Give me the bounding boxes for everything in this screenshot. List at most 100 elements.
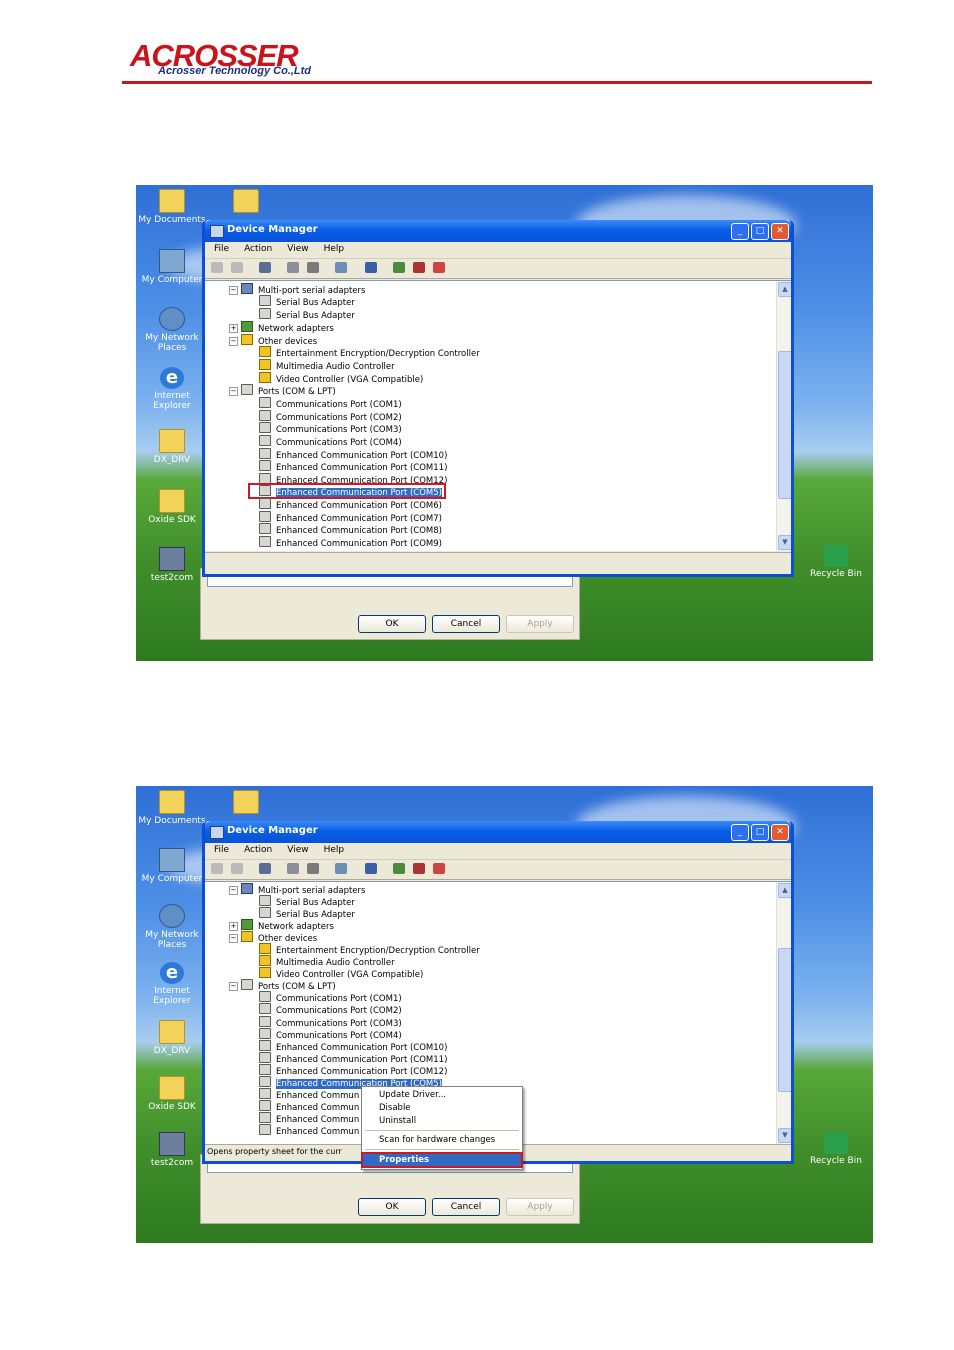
collapse-icon[interactable]: − — [229, 337, 238, 346]
menu-view[interactable]: View — [278, 242, 314, 254]
collapse-icon[interactable]: − — [229, 886, 238, 895]
desktop-icon-my-network-places[interactable]: My Network Places — [136, 307, 208, 353]
tree-item-com3[interactable]: Communications Port (COM3) — [259, 1016, 402, 1029]
collapse-icon[interactable]: − — [229, 387, 238, 396]
menu-item-uninstall[interactable]: Uninstall — [363, 1115, 521, 1127]
disable-icon[interactable] — [433, 262, 445, 273]
tree-item-com3[interactable]: Communications Port (COM3) — [259, 422, 402, 435]
forward-icon[interactable] — [231, 863, 243, 874]
collapse-icon[interactable]: − — [229, 934, 238, 943]
tree-item-video-controller[interactable]: Video Controller (VGA Compatible) — [259, 372, 423, 385]
help-icon[interactable] — [335, 262, 347, 273]
tree-item-serial-bus-2[interactable]: Serial Bus Adapter — [259, 907, 355, 920]
collapse-icon[interactable]: − — [229, 982, 238, 991]
desktop-icon-my-network-places[interactable]: My Network Places — [136, 904, 208, 950]
tree-item-serial-bus-1[interactable]: Serial Bus Adapter — [259, 895, 355, 908]
menu-help[interactable]: Help — [315, 242, 351, 254]
show-hide-tree-icon[interactable] — [259, 262, 271, 273]
print-icon[interactable] — [307, 262, 319, 273]
tree-item-com2[interactable]: Communications Port (COM2) — [259, 410, 402, 423]
scan-hardware-icon[interactable] — [365, 262, 377, 273]
tree-item-com11[interactable]: Enhanced Communication Port (COM11) — [259, 460, 447, 473]
scroll-down-icon[interactable]: ▼ — [778, 1128, 791, 1143]
tree-item-network-adapters[interactable]: Network adapters — [241, 321, 334, 334]
tree-item-com6[interactable]: Enhanced Commun — [259, 1088, 359, 1101]
tree-item-ports[interactable]: Ports (COM & LPT) — [241, 384, 336, 397]
tree-item-serial-bus-2[interactable]: Serial Bus Adapter — [259, 308, 355, 321]
cancel-button[interactable]: Cancel — [432, 615, 500, 633]
collapse-icon[interactable]: − — [229, 286, 238, 295]
tree-item-com7[interactable]: Enhanced Commun — [259, 1100, 359, 1113]
tree-item-com9[interactable]: Enhanced Commun — [259, 1124, 359, 1137]
desktop-icon-test2com[interactable]: test2com — [136, 1132, 208, 1168]
minimize-button[interactable]: _ — [731, 824, 749, 841]
menu-item-scan-hardware[interactable]: Scan for hardware changes — [363, 1134, 521, 1146]
tree-item-other-devices[interactable]: Other devices — [241, 334, 317, 347]
tree-item-other-devices[interactable]: Other devices — [241, 931, 317, 944]
tree-item-com8[interactable]: Enhanced Communication Port (COM8) — [259, 523, 442, 536]
scroll-thumb[interactable] — [778, 351, 791, 499]
tree-item-com2[interactable]: Communications Port (COM2) — [259, 1003, 402, 1016]
apply-button[interactable]: Apply — [506, 1198, 574, 1216]
desktop-icon-internet-explorer[interactable]: e Internet Explorer — [136, 962, 208, 1006]
desktop-icon-my-documents[interactable]: My Documents — [136, 189, 208, 225]
desktop-icon-test2com[interactable]: test2com — [136, 547, 208, 583]
scroll-up-icon[interactable]: ▲ — [778, 883, 791, 898]
tree-item-video-controller[interactable]: Video Controller (VGA Compatible) — [259, 967, 423, 980]
desktop-icon-folder[interactable] — [210, 189, 282, 215]
ok-button[interactable]: OK — [358, 615, 426, 633]
desktop-icon-internet-explorer[interactable]: e Internet Explorer — [136, 367, 208, 411]
update-driver-icon[interactable] — [393, 262, 405, 273]
expand-icon[interactable]: + — [229, 324, 238, 333]
tree-item-com4[interactable]: Communications Port (COM4) — [259, 1028, 402, 1041]
tree-item-audio-controller[interactable]: Multimedia Audio Controller — [259, 955, 395, 968]
tree-item-com9[interactable]: Enhanced Communication Port (COM9) — [259, 536, 442, 549]
tree-item-com11[interactable]: Enhanced Communication Port (COM11) — [259, 1052, 447, 1065]
menu-action[interactable]: Action — [235, 242, 278, 254]
tree-item-ports[interactable]: Ports (COM & LPT) — [241, 979, 336, 992]
scroll-up-icon[interactable]: ▲ — [778, 282, 791, 297]
disable-icon[interactable] — [433, 863, 445, 874]
vertical-scrollbar[interactable]: ▲ ▼ — [776, 882, 791, 1144]
tree-item-multi-port[interactable]: Multi-port serial adapters — [241, 283, 365, 296]
maximize-button[interactable]: □ — [751, 824, 769, 841]
expand-icon[interactable]: + — [229, 922, 238, 931]
uninstall-icon[interactable] — [413, 863, 425, 874]
menu-file[interactable]: File — [205, 843, 235, 855]
menu-item-update-driver[interactable]: Update Driver... — [363, 1089, 521, 1101]
print-icon[interactable] — [307, 863, 319, 874]
tree-item-com10[interactable]: Enhanced Communication Port (COM10) — [259, 448, 447, 461]
close-button[interactable]: ✕ — [771, 223, 789, 240]
tree-item-com4[interactable]: Communications Port (COM4) — [259, 435, 402, 448]
back-icon[interactable] — [211, 863, 223, 874]
tree-item-encryption-controller[interactable]: Entertainment Encryption/Decryption Cont… — [259, 943, 480, 956]
scan-hardware-icon[interactable] — [365, 863, 377, 874]
maximize-button[interactable]: □ — [751, 223, 769, 240]
title-bar[interactable]: Device Manager _ □ ✕ — [205, 821, 791, 843]
help-icon[interactable] — [335, 863, 347, 874]
tree-item-com1[interactable]: Communications Port (COM1) — [259, 397, 402, 410]
tree-item-com6[interactable]: Enhanced Communication Port (COM6) — [259, 498, 442, 511]
tree-item-com7[interactable]: Enhanced Communication Port (COM7) — [259, 511, 442, 524]
menu-help[interactable]: Help — [315, 843, 351, 855]
update-driver-icon[interactable] — [393, 863, 405, 874]
minimize-button[interactable]: _ — [731, 223, 749, 240]
tree-item-com10[interactable]: Enhanced Communication Port (COM10) — [259, 1040, 447, 1053]
title-bar[interactable]: Device Manager _ □ ✕ — [205, 220, 791, 242]
desktop-icon-recycle-bin[interactable]: Recycle Bin — [800, 545, 872, 579]
menu-item-disable[interactable]: Disable — [363, 1102, 521, 1114]
menu-file[interactable]: File — [205, 242, 235, 254]
ok-button[interactable]: OK — [358, 1198, 426, 1216]
desktop-icon-folder[interactable] — [210, 790, 282, 816]
tree-item-audio-controller[interactable]: Multimedia Audio Controller — [259, 359, 395, 372]
desktop-icon-my-computer[interactable]: My Computer — [136, 249, 208, 285]
vertical-scrollbar[interactable]: ▲ ▼ — [776, 281, 791, 551]
menu-action[interactable]: Action — [235, 843, 278, 855]
desktop-icon-oxide-sdk[interactable]: Oxide SDK — [136, 1076, 208, 1112]
apply-button[interactable]: Apply — [506, 615, 574, 633]
tree-item-serial-bus-1[interactable]: Serial Bus Adapter — [259, 295, 355, 308]
tree-item-network-adapters[interactable]: Network adapters — [241, 919, 334, 932]
desktop-icon-oxide-sdk[interactable]: Oxide SDK — [136, 489, 208, 525]
cancel-button[interactable]: Cancel — [432, 1198, 500, 1216]
tree-item-com5-highlighted[interactable]: Enhanced Communication Port (COM5) — [248, 483, 446, 499]
